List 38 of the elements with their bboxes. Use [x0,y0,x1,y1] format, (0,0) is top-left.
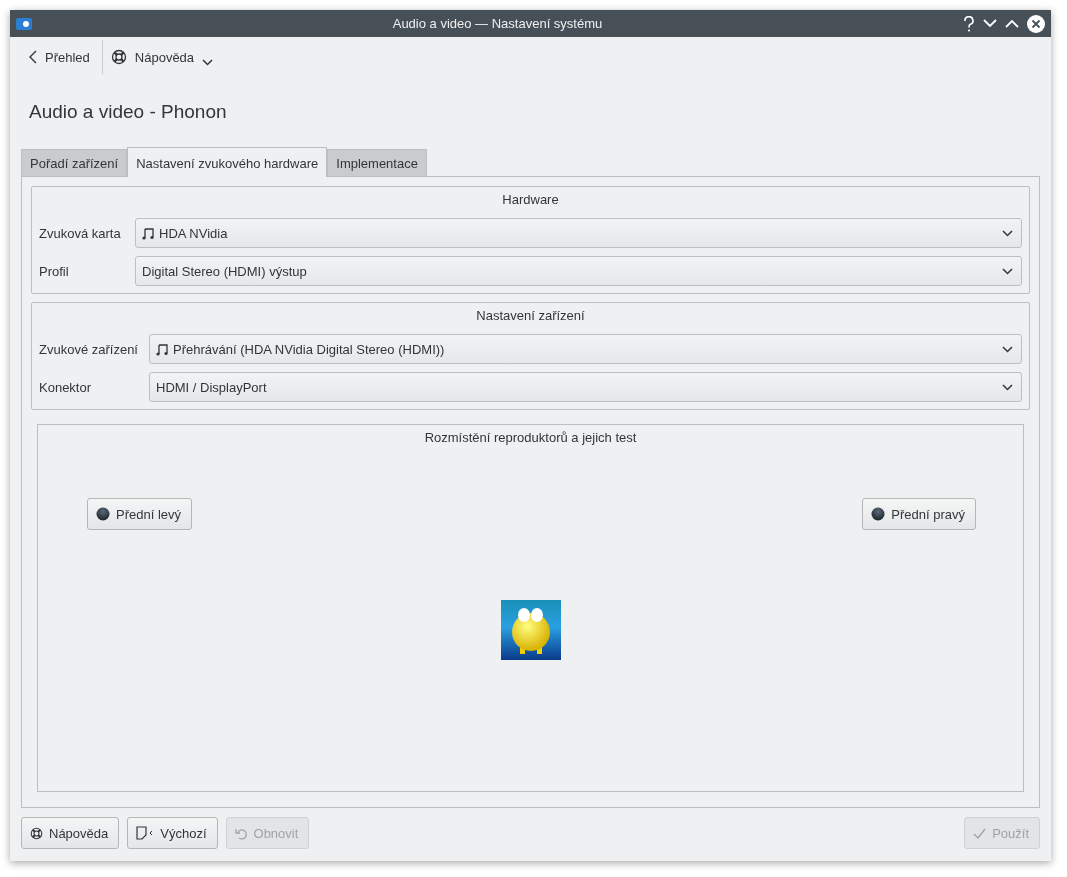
app-icon [16,17,32,30]
minimize-icon[interactable] [983,19,997,28]
group-title: Rozmístění reproduktorů a jejich test [423,429,638,447]
checkmark-icon [973,827,987,839]
speaker-button[interactable]: Přední pravý [862,498,976,530]
music-note-icon [142,226,155,240]
close-icon[interactable] [1027,14,1045,33]
dropdown[interactable]: Digital Stereo (HDMI) výstup [135,256,1022,286]
undo-icon [234,826,248,840]
back-button[interactable]: Přehled [21,41,102,73]
tab[interactable]: Implementace [327,149,427,176]
speaker-button[interactable]: Přední levý [87,498,193,530]
chevron-left-icon [29,50,37,64]
footer-button[interactable]: Výchozí [127,817,218,849]
dropdown[interactable]: HDA NVidia [135,218,1022,248]
window-title: Audio a video — Nastavení systému [391,16,604,31]
dropdown[interactable]: HDMI / DisplayPort [149,372,1022,402]
speaker-dot-icon [871,507,886,521]
speaker-dot-icon [96,507,110,521]
page-title: Audio a video - Phonon [29,101,228,123]
dropdown[interactable]: Přehrávání (HDA NVidia Digital Stereo (HDMI)) [149,334,1022,364]
group-title: Nastavení zařízení [475,307,586,325]
lifebuoy-icon [30,826,43,840]
tab[interactable]: Nastavení zvukového hardware [127,147,328,177]
help-icon[interactable] [963,15,975,32]
group-title: Hardware [501,191,560,209]
music-note-icon [156,342,169,356]
field-label: Konektor [39,379,93,395]
document-icon [136,826,155,840]
maximize-icon[interactable] [1005,19,1019,28]
creature-icon [500,600,561,660]
field-label: Profil [39,263,70,279]
tab[interactable]: Pořadí zařízení [21,149,128,176]
field-label: Zvukové zařízení [39,341,139,357]
footer-button[interactable]: Nápověda [21,817,120,849]
help-menu-button[interactable]: Nápověda [102,41,226,73]
field-label: Zvuková karta [39,225,122,241]
lifebuoy-icon [110,49,127,65]
